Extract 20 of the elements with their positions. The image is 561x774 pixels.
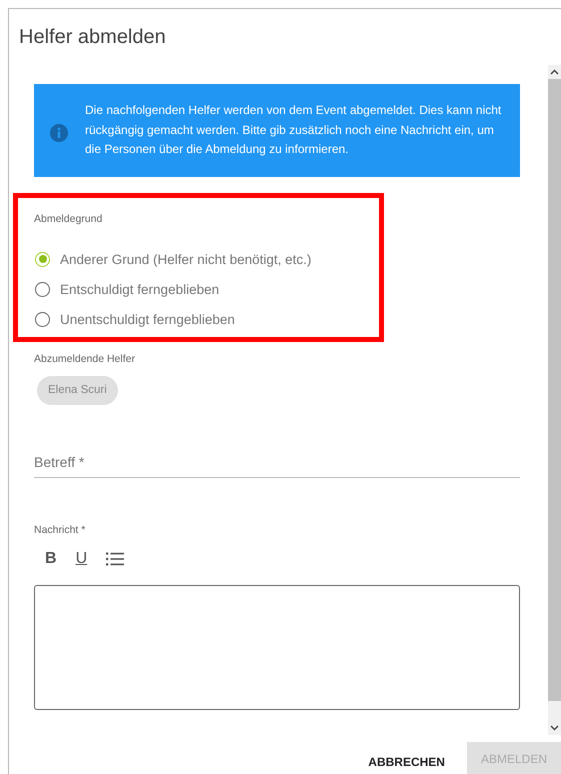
helper-chip: Elena Scuri — [37, 376, 118, 405]
bullet-list-icon[interactable] — [106, 552, 124, 566]
message-field[interactable] — [34, 585, 520, 710]
radio-button[interactable] — [35, 252, 50, 266]
info-icon — [50, 124, 68, 142]
underline-button[interactable]: U — [76, 549, 88, 569]
dialog-title: Helfer abmelden — [18, 25, 167, 50]
radio-button[interactable] — [35, 282, 50, 296]
field-label: Abmeldegrund — [34, 212, 102, 227]
radio-button[interactable] — [35, 312, 50, 326]
field-label: Abzumeldende Helfer — [34, 352, 135, 367]
bold-button[interactable]: B — [45, 549, 57, 569]
radio-option[interactable]: Anderer Grund (Helfer nicht benötigt, etc.) — [34, 244, 312, 274]
notice-text: Die nachfolgenden Helfer werden von dem Event abgemeldet. Dies kann nicht rückgängig gemacht werden. Bitte gib zusätzlich noch eine Nachricht ein, um die Personen über die Abmeldung zu informieren. — [85, 102, 502, 158]
dialog-button[interactable]: ABBRECHEN — [368, 748, 445, 774]
radio-option[interactable]: Entschuldigt ferngeblieben — [34, 274, 220, 304]
field-label: Nachricht * — [34, 523, 86, 538]
radio-option[interactable]: Unentschuldigt ferngeblieben — [34, 304, 235, 334]
scroll-down-icon[interactable] — [550, 725, 559, 731]
scroll-up-icon[interactable] — [550, 69, 559, 75]
